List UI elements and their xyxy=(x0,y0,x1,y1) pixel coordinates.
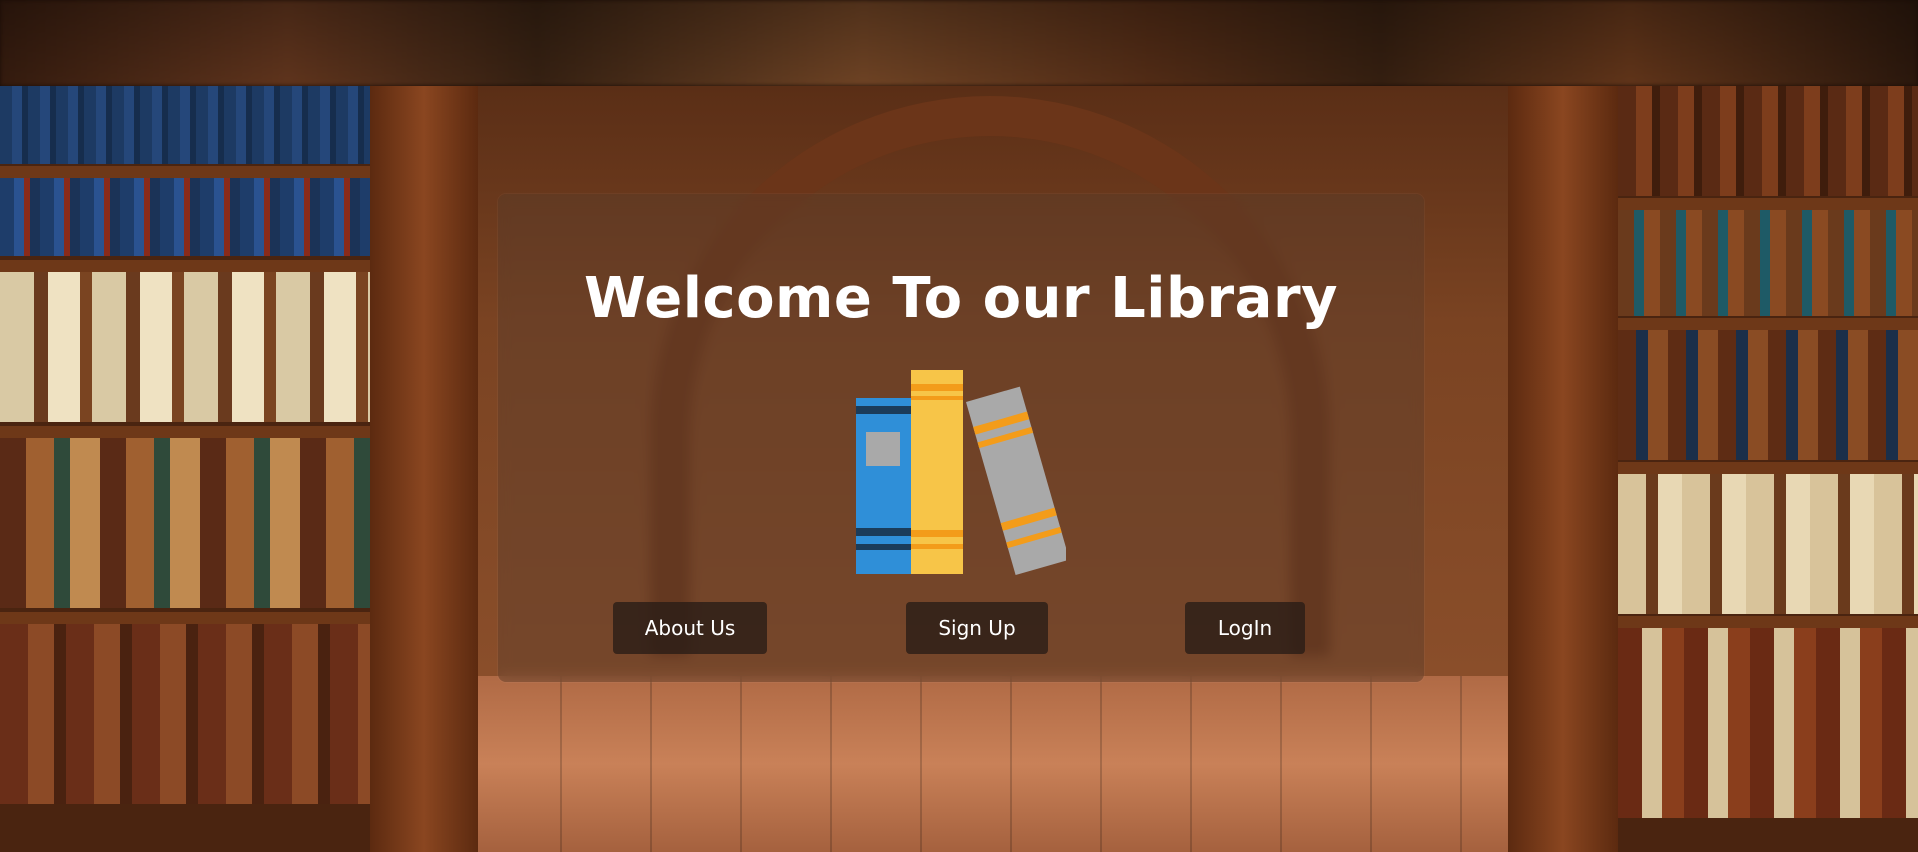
wooden-floor xyxy=(470,676,1510,852)
landing-page: Welcome To our Library About Us Sign Up … xyxy=(0,0,1918,852)
right-bookshelf xyxy=(1618,86,1918,852)
blurred-header-background xyxy=(0,0,1918,86)
welcome-panel: Welcome To our Library About Us Sign Up … xyxy=(498,194,1424,682)
books-icon xyxy=(856,370,1066,576)
right-door-post xyxy=(1508,86,1618,852)
left-door-post xyxy=(370,86,478,852)
about-us-button[interactable]: About Us xyxy=(613,602,767,654)
page-title: Welcome To our Library xyxy=(583,266,1339,331)
login-button[interactable]: LogIn xyxy=(1185,602,1305,654)
left-bookshelf xyxy=(0,86,370,852)
sign-up-button[interactable]: Sign Up xyxy=(906,602,1048,654)
